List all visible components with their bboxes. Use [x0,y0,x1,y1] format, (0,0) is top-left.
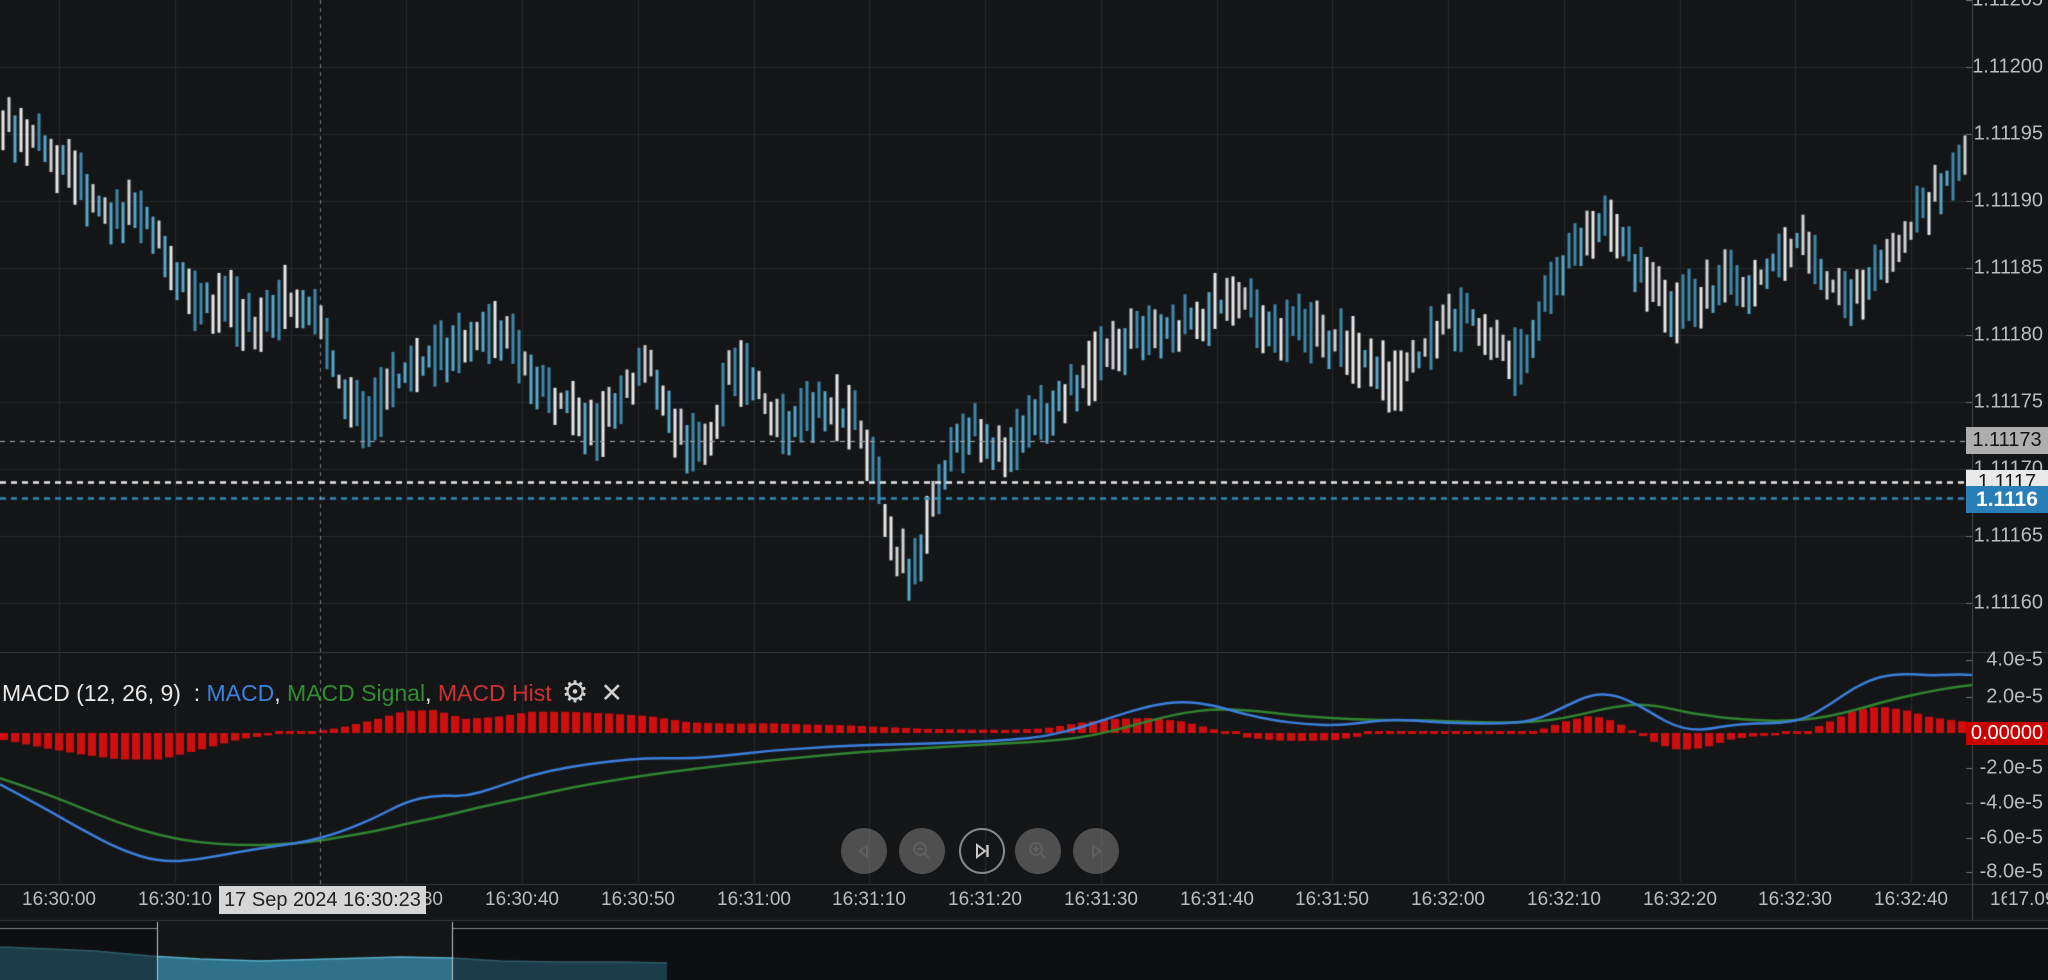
time-axis-label: 16:31:10 [832,889,906,911]
zoom-out-button[interactable] [899,828,945,874]
time-axis-label: 16:30:40 [485,889,559,911]
price-axis-label: 1.11200 [1972,56,2043,79]
macd-axis-label: -8.0e-5 [1980,861,2043,884]
indicator-close-icon[interactable]: ✕ [601,679,624,707]
pan-left-button[interactable] [841,828,887,874]
time-axis-label: 16:32:40 [1874,889,1948,911]
price-axis-label: 1.11190 [1974,190,2043,213]
macd-axis-label: -4.0e-5 [1980,792,2043,815]
legend-comma: , [274,680,287,707]
macd-legend-separator: : [181,680,207,707]
macd-axis-label: -6.0e-5 [1980,827,2043,850]
time-axis-label: 16:32:30 [1758,889,1832,911]
pan-left-icon [852,839,876,863]
legend-item-macd-hist[interactable]: MACD Hist [438,680,552,707]
time-axis-label: 16:32:20 [1643,889,1717,911]
price-axis-label: 1.11185 [1974,257,2043,280]
trading-chart-window: MACD (12, 26, 9) : MACD, MACD Signal, MA… [0,0,2048,980]
zoom-in-button[interactable] [1015,828,1061,874]
skip-to-end-icon [970,839,994,863]
crosshair-datetime-badge: 17 Sep 2024 16:30:23 [219,886,426,914]
skip-to-end-button[interactable] [959,828,1005,874]
price-axis-label: 1.11205 [1972,0,2043,12]
price-axis-label: 1.11180 [1974,324,2043,347]
time-axis-label: 16:31:50 [1295,889,1369,911]
axis-date-label: 17.09.2024 [2007,888,2048,912]
time-axis-label: 16:31:00 [717,889,791,911]
time-axis-label: 16:32:00 [1411,889,1485,911]
time-axis-label: 16:31:20 [948,889,1022,911]
time-axis-label: 16:30:00 [22,889,96,911]
macd-legend-title: MACD (12, 26, 9) [2,680,181,707]
price-axis-label: 1.11165 [1974,525,2043,548]
macd-indicator-legend: MACD (12, 26, 9) : MACD, MACD Signal, MA… [2,678,623,708]
macd-axis-label: 4.0e-5 [1986,649,2043,672]
pan-right-button[interactable] [1073,828,1119,874]
time-axis-label: 16:30:50 [601,889,675,911]
time-axis-label: 16:30:10 [138,889,212,911]
legend-comma: , [425,680,438,707]
legend-item-macd[interactable]: MACD [207,680,275,707]
indicator-settings-gear-icon[interactable]: ⚙ [562,679,589,707]
price-axis-label: 1.11160 [1974,592,2043,615]
zoom-in-icon [1026,839,1050,863]
pan-right-icon [1084,839,1108,863]
time-axis-label: 16:31:30 [1064,889,1138,911]
price-axis-label: 1.11195 [1974,123,2043,146]
legend-item-macd-signal[interactable]: MACD Signal [287,680,425,707]
macd-axis-label: 2.0e-5 [1986,686,2043,709]
macd-zero-badge: 0.00000 [1966,722,2048,745]
price-axis-label: 1.11175 [1974,391,2043,414]
zoom-out-icon [910,839,934,863]
price-level-badge-gray: 1.11173 [1966,427,2048,454]
last-price-badge: 1.1116 [1966,486,2048,513]
time-axis-label: 16:32:10 [1527,889,1601,911]
macd-axis-label: -2.0e-5 [1980,757,2043,780]
time-axis-label: 16:31:40 [1180,889,1254,911]
